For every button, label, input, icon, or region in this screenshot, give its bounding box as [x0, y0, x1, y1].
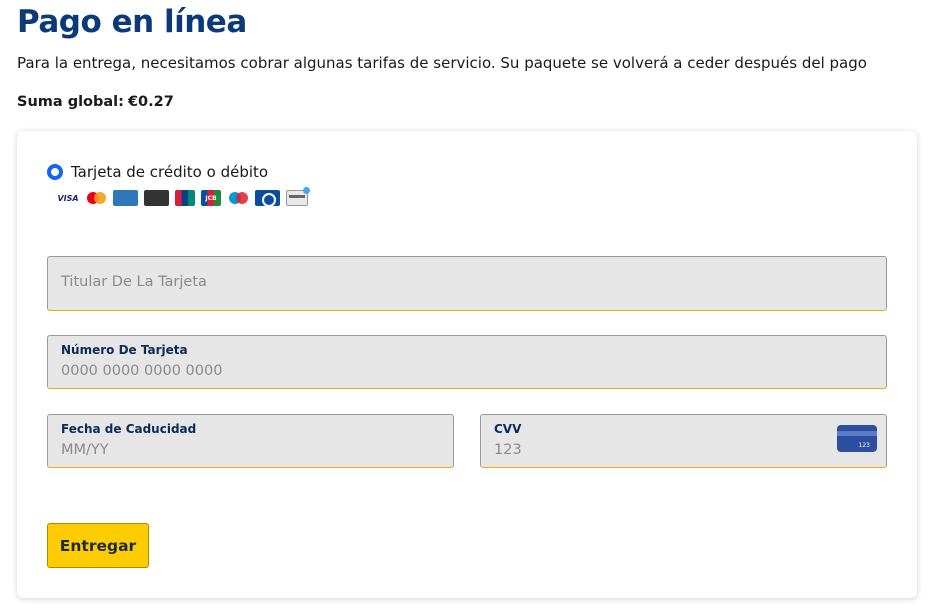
generic-card-logo-icon: [286, 187, 310, 206]
page-title: Pago en línea: [17, 4, 247, 40]
expiry-date-field[interactable]: Fecha de Caducidad MM/YY: [47, 414, 454, 468]
total-amount-row: Suma global: €0.27: [17, 94, 174, 110]
cvv-icon-number: 123: [858, 442, 870, 449]
mastercard-logo-icon: [85, 190, 107, 206]
card-number-field[interactable]: Número De Tarjeta 0000 0000 0000 0000: [47, 335, 887, 389]
maestro-logo-icon: [227, 190, 249, 206]
payment-method-option[interactable]: Tarjeta de crédito o débito: [47, 163, 268, 181]
card-logos: VISA JCB: [57, 187, 310, 207]
amex-logo-icon: [113, 190, 138, 206]
card-number-placeholder: 0000 0000 0000 0000: [61, 363, 223, 379]
payment-method-radio[interactable]: [47, 164, 63, 180]
expiry-date-placeholder: MM/YY: [61, 442, 109, 458]
cvv-field[interactable]: CVV 123 123: [480, 414, 887, 468]
card-number-label: Número De Tarjeta: [61, 343, 188, 357]
expiry-date-label: Fecha de Caducidad: [61, 422, 197, 436]
visa-logo-icon: VISA: [57, 193, 79, 203]
total-label: Suma global:: [17, 94, 124, 110]
payment-card-panel: Tarjeta de crédito o débito VISA JCB Tit…: [17, 131, 917, 598]
payment-method-label: Tarjeta de crédito o débito: [71, 163, 269, 181]
jcb-logo-icon: JCB: [201, 190, 221, 206]
cardholder-name-placeholder: Titular De La Tarjeta: [61, 274, 207, 290]
page-subtitle: Para la entrega, necesitamos cobrar algu…: [17, 54, 867, 72]
submit-button[interactable]: Entregar: [47, 523, 149, 568]
discover-logo-icon: [144, 190, 169, 206]
unionpay-logo-icon: [175, 190, 195, 206]
diners-club-logo-icon: [255, 190, 280, 207]
cvv-label: CVV: [494, 422, 522, 436]
card-back-icon: 123: [837, 425, 877, 452]
total-amount: €0.27: [127, 94, 174, 110]
cardholder-name-field[interactable]: Titular De La Tarjeta: [47, 256, 887, 311]
cvv-placeholder: 123: [494, 442, 522, 458]
